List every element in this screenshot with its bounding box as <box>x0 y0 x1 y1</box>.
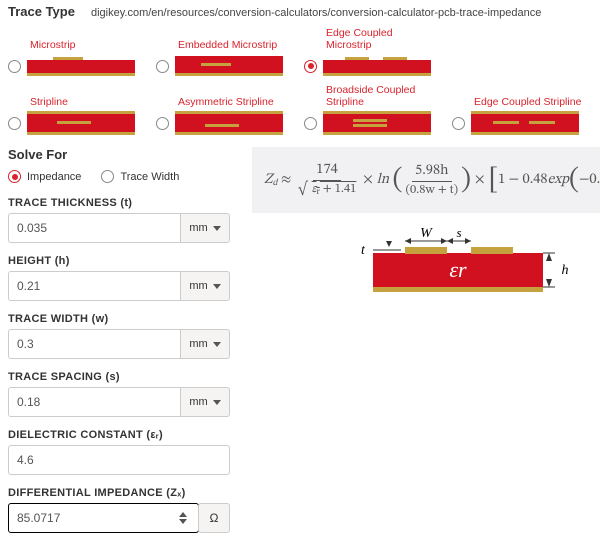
trace-type-option-microstrip: Microstrip <box>8 25 148 78</box>
field-label-width: TRACE WIDTH (w) <box>8 313 230 325</box>
svg-text:t: t <box>361 243 366 258</box>
trace-type-radio-microstrip[interactable] <box>8 60 21 73</box>
trace-type-option-embedded-microstrip: Embedded Microstrip <box>156 25 296 78</box>
svg-text:s: s <box>456 225 461 240</box>
impedance-formula: Zd ≈ 174 εr + 1.41 × ln ( 5.98h (0.8w + … <box>252 147 600 213</box>
field-label-spacing: TRACE SPACING (s) <box>8 371 230 383</box>
trace-type-radio-edge-coupled-stripline[interactable] <box>452 117 465 130</box>
trace-type-label: Stripline <box>30 84 148 108</box>
solve-for-option-impedance[interactable]: Impedance <box>8 170 81 183</box>
differential-impedance-input[interactable] <box>8 503 199 533</box>
svg-text:W: W <box>420 226 433 241</box>
solve-for-options: Impedance Trace Width <box>8 170 230 183</box>
field-label-thickness: TRACE THICKNESS (t) <box>8 197 230 209</box>
height-unit-select[interactable]: mm <box>180 271 230 301</box>
chevron-down-icon <box>213 400 221 405</box>
width-input[interactable] <box>8 329 180 359</box>
trace-type-option-stripline: Stripline <box>8 82 148 135</box>
trace-type-label: Embedded Microstrip <box>178 27 296 51</box>
trace-type-option-edge-coupled-microstrip: Edge Coupled Microstrip <box>304 25 444 78</box>
unit-value: mm <box>189 338 207 350</box>
trace-type-option-broadside-coupled-stripline: Broadside Coupled Stripline <box>304 82 444 135</box>
unit-value: mm <box>189 222 207 234</box>
svg-text:h: h <box>561 263 568 278</box>
dielectric-constant-input[interactable] <box>8 445 230 475</box>
trace-type-option-edge-coupled-stripline: Edge Coupled Stripline <box>452 82 592 135</box>
trace-type-radio-broadside-coupled-stripline[interactable] <box>304 117 317 130</box>
chevron-down-icon <box>213 226 221 231</box>
stepper-down-icon <box>179 519 187 524</box>
unit-value: mm <box>189 396 207 408</box>
thickness-input[interactable] <box>8 213 180 243</box>
pcb-icon-embedded-microstrip <box>175 54 283 78</box>
page-url: digikey.com/en/resources/conversion-calc… <box>91 7 541 19</box>
trace-type-radio-stripline[interactable] <box>8 117 21 130</box>
field-label-zd: DIFFERENTIAL IMPEDANCE (Zₓ) <box>8 487 230 499</box>
section-title-trace-type: Trace Type <box>8 4 75 19</box>
unit-value: mm <box>189 280 207 292</box>
field-label-er: DIELECTRIC CONSTANT (εᵣ) <box>8 429 230 441</box>
trace-type-spacer <box>452 25 592 78</box>
trace-type-radio-asymmetric-stripline[interactable] <box>156 117 169 130</box>
chevron-down-icon <box>213 284 221 289</box>
spacing-input[interactable] <box>8 387 180 417</box>
trace-type-label: Microstrip <box>30 27 148 51</box>
impedance-stepper[interactable] <box>175 503 192 533</box>
pcb-icon-broadside-coupled-stripline <box>323 111 431 135</box>
height-input[interactable] <box>8 271 180 301</box>
trace-type-label: Edge Coupled Stripline <box>474 84 592 108</box>
solve-for-radio-trace-width[interactable] <box>101 170 114 183</box>
spacing-unit-select[interactable]: mm <box>180 387 230 417</box>
solve-for-label: Trace Width <box>120 171 179 183</box>
solve-for-label: Impedance <box>27 171 81 183</box>
trace-type-label: Broadside Coupled Stripline <box>326 84 444 108</box>
trace-type-radio-embedded-microstrip[interactable] <box>156 60 169 73</box>
trace-type-grid: Microstrip Embedded Microstrip Edge Coup… <box>8 25 592 135</box>
width-unit-select[interactable]: mm <box>180 329 230 359</box>
solve-for-option-trace-width[interactable]: Trace Width <box>101 170 179 183</box>
field-label-height: HEIGHT (h) <box>8 255 230 267</box>
trace-type-label: Asymmetric Stripline <box>178 84 296 108</box>
stepper-up-icon <box>179 512 187 517</box>
section-title-solve-for: Solve For <box>8 147 230 162</box>
thickness-unit-select[interactable]: mm <box>180 213 230 243</box>
trace-type-radio-edge-coupled-microstrip[interactable] <box>304 60 317 73</box>
pcb-icon-edge-coupled-stripline <box>471 111 579 135</box>
impedance-unit: Ω <box>198 503 230 533</box>
solve-for-radio-impedance[interactable] <box>8 170 21 183</box>
cross-section-diagram: εr W s t h <box>343 225 573 305</box>
pcb-icon-stripline <box>27 111 135 135</box>
pcb-icon-asymmetric-stripline <box>175 111 283 135</box>
pcb-icon-microstrip <box>27 54 135 78</box>
trace-type-option-asymmetric-stripline: Asymmetric Stripline <box>156 82 296 135</box>
pcb-icon-edge-coupled-microstrip <box>323 54 431 78</box>
trace-type-label: Edge Coupled Microstrip <box>326 27 444 51</box>
svg-text:εr: εr <box>449 257 467 282</box>
chevron-down-icon <box>213 342 221 347</box>
